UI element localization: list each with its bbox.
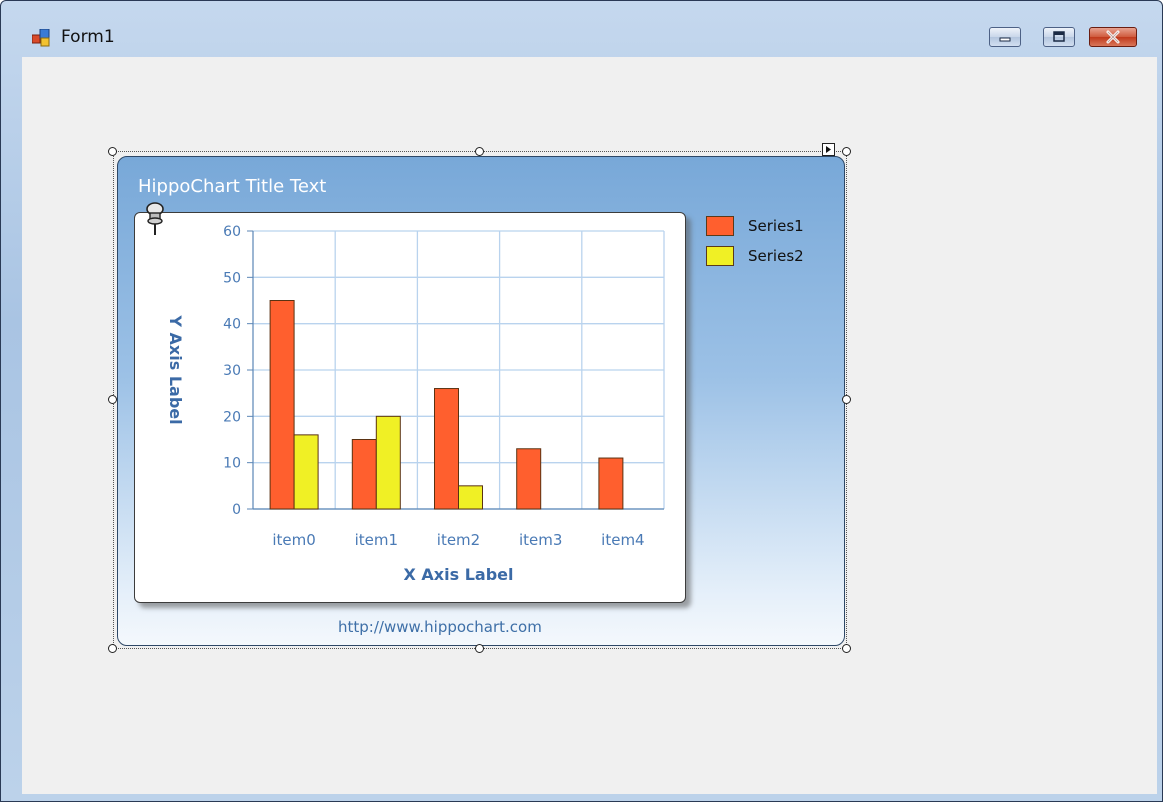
resize-handle-top-right[interactable] xyxy=(842,147,851,156)
legend-swatch-series2 xyxy=(706,246,734,266)
x-tick-label: item2 xyxy=(437,531,480,549)
bar-series1-item0 xyxy=(269,300,295,510)
x-tick-label: item4 xyxy=(601,531,644,549)
resize-handle-bottom-right[interactable] xyxy=(842,644,851,653)
resize-handle-top-left[interactable] xyxy=(108,147,117,156)
bar-series1-item3 xyxy=(516,448,542,510)
resize-handle-bottom-left[interactable] xyxy=(108,644,117,653)
y-tick-label: 60 xyxy=(223,224,241,240)
y-tick-label: 50 xyxy=(223,270,241,286)
chart-footer-url[interactable]: http://www.hippochart.com xyxy=(338,618,542,636)
y-tick-label: 30 xyxy=(223,363,241,379)
bar-series2-item2 xyxy=(458,485,483,510)
x-axis-label: X Axis Label xyxy=(404,565,514,584)
y-tick-label: 0 xyxy=(232,502,241,518)
smart-tag-button[interactable] xyxy=(822,143,835,156)
bar-series2-item1 xyxy=(375,415,401,510)
x-tick-label: item3 xyxy=(519,531,562,549)
y-tick-label: 20 xyxy=(223,409,241,425)
bar-chart: 0 10 20 30 40 50 60 item0 item1 item2 item3 item4 X … xyxy=(166,224,665,584)
y-tick-label: 10 xyxy=(223,456,241,472)
legend-label-series2: Series2 xyxy=(748,247,804,265)
resize-handle-top[interactable] xyxy=(475,147,484,156)
y-tick-label: 40 xyxy=(223,317,241,333)
x-tick-label: item1 xyxy=(355,531,398,549)
bar-series1-item1 xyxy=(351,439,377,510)
legend-label-series1: Series1 xyxy=(748,217,804,235)
x-tick-label: item0 xyxy=(272,531,315,549)
bar-series1-item4 xyxy=(598,457,624,510)
resize-handle-bottom[interactable] xyxy=(475,644,484,653)
bar-series1-item2 xyxy=(434,388,459,510)
legend-swatch-series1 xyxy=(706,216,734,236)
chevron-right-icon xyxy=(826,146,831,153)
bar-series2-item0 xyxy=(293,434,319,510)
resize-handle-left[interactable] xyxy=(108,395,117,404)
resize-handle-right[interactable] xyxy=(842,395,851,404)
y-axis-label: Y Axis Label xyxy=(166,314,185,424)
